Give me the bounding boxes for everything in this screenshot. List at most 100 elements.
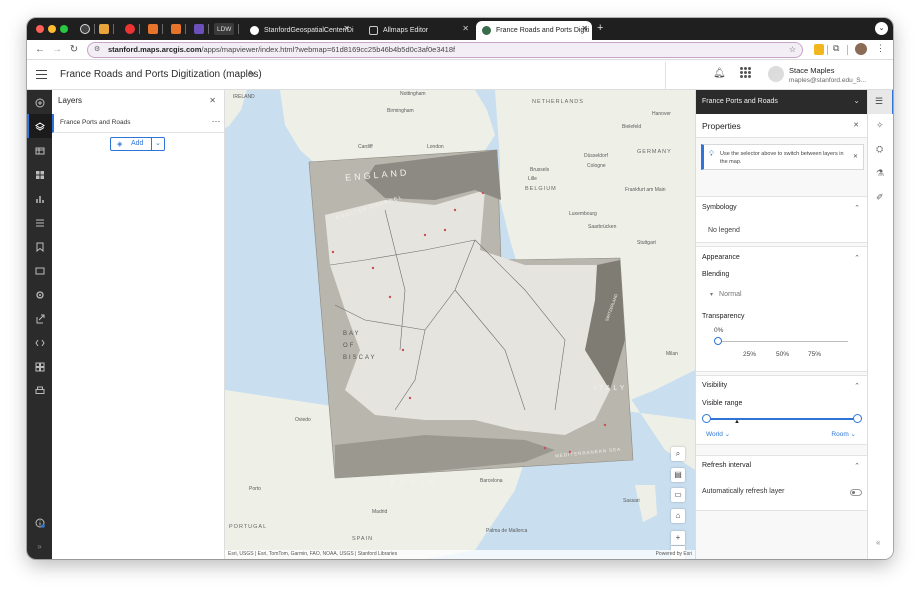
close-icon[interactable]: ✕ (581, 24, 588, 33)
close-icon[interactable]: ✕ (343, 24, 350, 33)
maximize-window-icon[interactable] (60, 25, 68, 33)
map-label: Madrid (372, 509, 388, 515)
print-icon[interactable] (33, 384, 46, 397)
extensions-puzzle-icon[interactable]: ⧉ (833, 43, 839, 54)
bookmarks-icon[interactable] (33, 240, 46, 253)
zoom-in-button[interactable]: + (671, 531, 685, 545)
home-icon[interactable]: ⌂ (671, 509, 685, 523)
current-scale-marker: ▲ (734, 419, 740, 425)
pinned-tab[interactable] (148, 22, 158, 36)
transparency-slider[interactable] (714, 337, 848, 345)
map-view[interactable]: IRELAND Nottingham NETHERLANDS Hanover B… (225, 90, 695, 559)
range-min-value: World (706, 431, 723, 438)
create-app-icon[interactable] (33, 360, 46, 373)
slider-handle[interactable] (714, 337, 722, 345)
settings-gear-icon[interactable] (33, 288, 46, 301)
range-min-handle[interactable] (702, 414, 711, 423)
pinned-tab[interactable] (80, 22, 90, 36)
appearance-section: Appearance ⌃ Blending ▾ Normal Transparen… (696, 246, 868, 372)
tab-allmaps[interactable]: Allmaps Editor ✕ (363, 21, 473, 40)
layers-panel-title: Layers (58, 96, 83, 105)
legend-icon[interactable] (33, 216, 46, 229)
pinned-tab[interactable] (194, 22, 204, 36)
menu-icon[interactable] (36, 70, 47, 79)
close-panel-icon[interactable]: ✕ (209, 96, 216, 105)
embed-code-icon[interactable] (33, 336, 46, 349)
map-label: Nottingham (400, 91, 426, 97)
map-properties-icon[interactable] (33, 264, 46, 277)
tab-github[interactable]: StanfordGeospatialCenter/Di ✕ (244, 21, 354, 40)
user-avatar[interactable] (768, 66, 784, 82)
close-panel-icon[interactable]: ✕ (853, 121, 859, 129)
search-icon[interactable]: ⌕ (671, 447, 685, 461)
effects-sparkle-icon[interactable]: ✧ (876, 120, 884, 131)
close-tip-icon[interactable]: ✕ (853, 153, 858, 160)
stack-icon: ◈ (117, 141, 123, 148)
visibility-heading[interactable]: Visibility (702, 382, 727, 389)
minimize-window-icon[interactable] (48, 25, 56, 33)
app-icon (80, 24, 90, 34)
map-label: Hanover (652, 111, 671, 117)
refresh-heading[interactable]: Refresh interval (702, 462, 751, 469)
app-launcher-icon[interactable] (740, 67, 751, 78)
layers-icon[interactable] (33, 120, 46, 133)
blending-select[interactable]: ▾ Normal (710, 291, 742, 298)
measure-icon[interactable]: ✐ (876, 192, 884, 203)
range-max-handle[interactable] (853, 414, 862, 423)
add-layer-icon[interactable] (33, 96, 46, 109)
browser-toolbar: ← → ↻ ⚙ stanford.maps.arcgis.com/apps/ma… (27, 40, 893, 60)
profile-avatar[interactable] (855, 43, 867, 55)
new-tab-button[interactable]: + (597, 22, 603, 34)
auto-refresh-toggle[interactable] (850, 489, 862, 496)
map-label: Sassari (623, 498, 640, 504)
tables-icon[interactable] (33, 144, 46, 157)
visible-range-slider[interactable]: ▲ (702, 414, 862, 425)
close-icon[interactable]: ✕ (462, 24, 469, 33)
layer-item[interactable]: France Ports and Roads ⋯ (52, 114, 225, 133)
ldw-tab[interactable]: LDW (214, 23, 235, 35)
range-min-select[interactable]: World ⌄ (706, 430, 730, 438)
properties-sliders-icon[interactable]: ☰ (875, 96, 883, 107)
pinned-tab[interactable] (125, 22, 135, 36)
styles-icon[interactable]: ⛭ (876, 144, 883, 155)
lightbulb-icon: 💡︎ (709, 151, 714, 158)
basemap-icon[interactable] (33, 168, 46, 181)
appearance-heading[interactable]: Appearance (702, 254, 740, 261)
bookmark-star-icon[interactable]: ☆ (789, 43, 796, 57)
expand-toolbar-icon[interactable]: » (33, 540, 46, 553)
collapse-icon[interactable]: ⌃ (854, 462, 860, 470)
back-icon[interactable]: ← (33, 43, 47, 57)
tab-arcgis[interactable]: France Roads and Ports Digiti ✕ (476, 21, 592, 40)
browser-menu-icon[interactable]: ⋮ (876, 43, 885, 54)
collapse-toolbar-icon[interactable]: « (876, 538, 880, 547)
pinned-tab[interactable] (99, 22, 109, 36)
chevron-down-icon[interactable]: ⌄ (155, 139, 161, 147)
layer-list-toggle-icon[interactable]: ▤ (671, 468, 685, 482)
layer-options-icon[interactable]: ⋯ (212, 116, 222, 127)
pinned-tab[interactable] (171, 22, 181, 36)
charts-icon[interactable] (33, 192, 46, 205)
reload-icon[interactable]: ↻ (67, 43, 81, 57)
filter-icon[interactable]: ⚗ (876, 168, 884, 179)
right-toolbar: ☰ ✧ ⛭ ⚗ ✐ « (867, 90, 893, 559)
extension-icon[interactable] (814, 44, 824, 55)
chevron-down-icon: ⌄ (853, 96, 860, 105)
screen-icon[interactable]: ▭ (671, 488, 685, 502)
collapse-icon[interactable]: ⌃ (854, 382, 860, 390)
symbology-heading[interactable]: Symbology (702, 204, 737, 211)
edit-title-icon[interactable]: ✎ (248, 69, 256, 80)
address-bar[interactable]: ⚙ stanford.maps.arcgis.com/apps/mapviewe… (87, 42, 803, 58)
close-window-icon[interactable] (36, 25, 44, 33)
share-icon[interactable] (33, 312, 46, 325)
layer-selector[interactable]: France Ports and Roads ⌄ (696, 90, 868, 114)
transparency-value: 0% (714, 327, 724, 334)
collapse-icon[interactable]: ⌃ (854, 204, 860, 212)
info-icon[interactable] (33, 516, 46, 529)
site-settings-icon[interactable]: ⚙ (94, 43, 100, 57)
forward-icon[interactable]: → (50, 43, 64, 57)
notifications-bell-icon[interactable]: 🔔︎ (713, 68, 726, 79)
tab-search-icon[interactable]: ⌄ (875, 22, 888, 35)
range-max-select[interactable]: Room ⌄ (831, 430, 856, 438)
collapse-icon[interactable]: ⌃ (854, 254, 860, 262)
add-layer-button[interactable]: ◈ Add ⌄ (110, 137, 165, 151)
